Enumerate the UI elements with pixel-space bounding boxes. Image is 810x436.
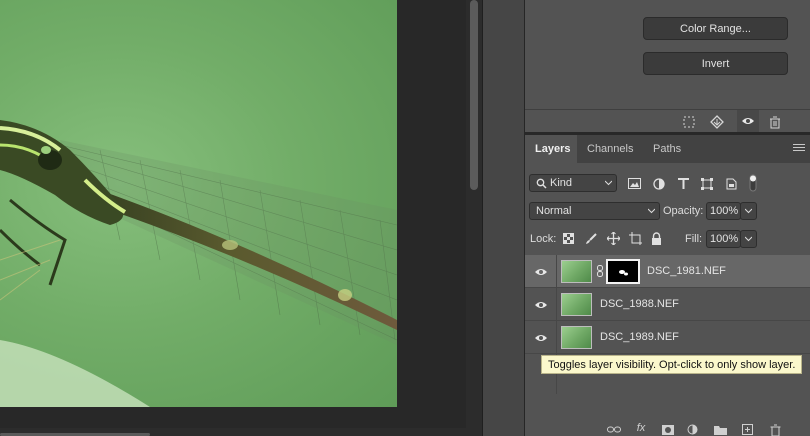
type-filter-icon[interactable] [677, 177, 690, 190]
dragonfly-photo [0, 120, 397, 407]
eye-icon [534, 301, 547, 308]
delete-layer-icon[interactable] [768, 423, 782, 436]
chevron-down-icon [745, 236, 752, 242]
shape-filter-icon[interactable] [700, 177, 713, 190]
panel-dock-column [482, 0, 524, 436]
lock-image-pixels-icon[interactable] [584, 232, 597, 245]
layer-thumbnail[interactable] [561, 293, 592, 316]
layer-visibility-toggle[interactable] [525, 321, 557, 354]
delete-icon[interactable] [767, 114, 783, 130]
layer-row[interactable]: DSC_1988.NEF [525, 288, 810, 321]
fill-dropdown[interactable] [740, 230, 757, 248]
layer-visibility-toggle[interactable] [525, 288, 557, 321]
color-range-button[interactable]: Color Range... [643, 17, 788, 40]
visibility-tooltip: Toggles layer visibility. Opt-click to o… [541, 355, 803, 374]
layer-row[interactable]: DSC_1981.NEF [525, 255, 810, 288]
eye-icon [534, 268, 547, 275]
layer-filter-kind-select[interactable]: Kind [529, 174, 617, 192]
blend-mode-select[interactable]: Normal [529, 202, 660, 220]
layer-visibility-toggle[interactable] [525, 255, 557, 288]
layer-row[interactable]: DSC_1989.NEF [525, 321, 810, 354]
load-selection-icon[interactable] [681, 114, 697, 130]
layer-name[interactable]: DSC_1981.NEF [647, 265, 726, 277]
tab-channels[interactable]: Channels [581, 135, 643, 163]
search-icon [535, 177, 547, 189]
lock-position-icon[interactable] [606, 231, 620, 245]
add-mask-icon[interactable] [661, 423, 675, 436]
layer-name[interactable]: DSC_1988.NEF [600, 298, 679, 310]
vertical-scroll-thumb[interactable] [470, 0, 478, 190]
adjustment-filter-icon[interactable] [652, 177, 665, 190]
fill-label: Fill: [685, 233, 703, 245]
fx-icon[interactable]: fx [633, 421, 649, 435]
layer-name[interactable]: DSC_1989.NEF [600, 331, 679, 343]
layer-thumbnail[interactable] [561, 326, 592, 349]
invert-button[interactable]: Invert [643, 52, 788, 75]
blend-mode-value: Normal [536, 205, 572, 217]
fill-input[interactable]: 100% [706, 230, 741, 248]
canvas-area[interactable] [0, 0, 470, 436]
filter-toggle-icon[interactable] [748, 173, 758, 193]
panel-tabs: Layers Channels Paths [525, 135, 810, 163]
tab-paths[interactable]: Paths [647, 135, 687, 163]
layers-panel: Layers Channels Paths Kind Normal Opacit… [524, 135, 810, 436]
opacity-input[interactable]: 100% [706, 202, 741, 220]
eye-icon [534, 334, 547, 341]
pixel-filter-icon[interactable] [627, 177, 641, 189]
kind-label: Kind [550, 177, 573, 189]
panel-menu-icon[interactable] [793, 144, 805, 154]
new-adjustment-icon[interactable] [685, 423, 699, 436]
apply-mask-icon[interactable] [709, 114, 725, 130]
new-group-icon[interactable] [713, 423, 727, 436]
link-layers-icon[interactable] [607, 423, 621, 436]
mask-link-icon[interactable] [597, 265, 603, 277]
document-image[interactable] [0, 0, 397, 407]
opacity-label: Opacity: [663, 205, 704, 217]
lock-all-icon[interactable] [650, 231, 663, 245]
smart-object-filter-icon[interactable] [725, 177, 738, 190]
chevron-down-icon [648, 208, 655, 214]
tab-layers[interactable]: Layers [525, 135, 577, 163]
layer-mask-thumbnail[interactable] [606, 259, 640, 284]
chevron-down-icon [745, 208, 752, 214]
lock-transparent-pixels-icon[interactable] [562, 232, 575, 245]
lock-label: Lock: [530, 233, 557, 245]
layer-thumbnail[interactable] [561, 260, 592, 283]
new-layer-icon[interactable] [740, 423, 754, 436]
layers-footer: fx [525, 421, 810, 436]
properties-panel: Color Range... Invert [524, 0, 810, 132]
opacity-dropdown[interactable] [740, 202, 757, 220]
chevron-down-icon [605, 180, 612, 186]
properties-footer [525, 109, 810, 132]
visibility-eye-icon[interactable] [737, 110, 759, 132]
lock-artboard-icon[interactable] [628, 231, 642, 245]
